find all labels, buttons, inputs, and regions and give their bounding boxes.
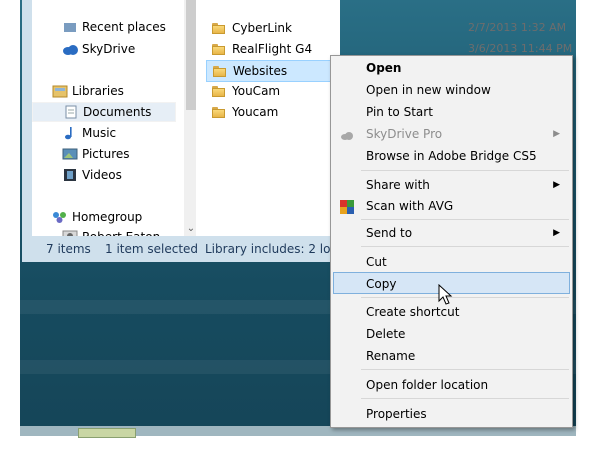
- libraries-icon: [52, 84, 68, 98]
- menu-item-delete[interactable]: Delete: [333, 323, 570, 345]
- folder-icon: [212, 106, 225, 118]
- nav-item-label: Pictures: [82, 147, 130, 161]
- taskbar-button[interactable]: [78, 428, 136, 438]
- menu-item-skydrive-pro[interactable]: SkyDrive Pro ▶: [333, 123, 570, 145]
- menu-separator: [361, 369, 569, 370]
- scrollbar-thumb[interactable]: [186, 0, 196, 110]
- user-icon: [62, 230, 78, 236]
- menu-item-browse-adobe-bridge[interactable]: Browse in Adobe Bridge CS5: [333, 145, 570, 167]
- status-item-count: 7 items: [46, 242, 91, 256]
- nav-item-label: Robert Eaton: [82, 228, 160, 236]
- menu-item-label: Properties: [366, 407, 427, 421]
- nav-item-label: Videos: [82, 168, 122, 182]
- nav-item-label: Documents: [83, 105, 152, 119]
- chevron-down-icon[interactable]: ⌄: [186, 224, 196, 234]
- recent-places-icon: [62, 20, 78, 34]
- documents-icon: [63, 105, 79, 119]
- music-note-icon: [62, 126, 78, 140]
- menu-separator: [361, 297, 569, 298]
- status-bar: 7 items 1 item selected Library includes…: [32, 239, 349, 259]
- mouse-cursor-icon: [438, 283, 454, 306]
- menu-item-scan-with-avg[interactable]: Scan with AVG: [333, 195, 570, 217]
- nav-item-label: Music: [82, 126, 117, 140]
- menu-separator: [361, 398, 569, 399]
- menu-item-label: SkyDrive Pro: [366, 127, 443, 141]
- menu-item-label: Scan with AVG: [366, 199, 454, 213]
- avg-shield-icon: [340, 199, 354, 214]
- menu-item-share-with[interactable]: Share with ▶: [333, 174, 570, 196]
- menu-item-label: Send to: [366, 226, 413, 240]
- menu-separator: [361, 246, 569, 247]
- nav-item-label: SkyDrive: [82, 42, 136, 56]
- nav-item-label: Libraries: [72, 84, 124, 98]
- menu-separator: [361, 170, 569, 171]
- menu-item-label: Rename: [366, 349, 416, 363]
- menu-item-rename[interactable]: Rename: [333, 345, 570, 367]
- menu-item-send-to[interactable]: Send to ▶: [333, 222, 570, 244]
- menu-item-label: Copy: [366, 277, 397, 291]
- navigation-pane: Recent places SkyDrive Libraries Documen…: [32, 0, 196, 236]
- nav-item-label: Recent places: [82, 20, 166, 34]
- menu-item-label: Share with: [366, 178, 430, 192]
- nav-item-label: Homegroup: [72, 210, 143, 224]
- submenu-arrow-icon: ▶: [553, 180, 560, 190]
- menu-item-open-folder-location[interactable]: Open folder location: [333, 374, 570, 396]
- menu-item-cut[interactable]: Cut: [333, 251, 570, 273]
- file-name: Youcam: [232, 105, 279, 119]
- menu-item-label: Open: [366, 61, 402, 75]
- folder-icon: [212, 22, 225, 34]
- homegroup-icon: [52, 210, 68, 224]
- videos-film-icon: [62, 168, 78, 182]
- menu-separator: [361, 219, 569, 220]
- folder-icon: [212, 85, 225, 97]
- submenu-arrow-icon: ▶: [553, 129, 560, 139]
- menu-item-properties[interactable]: Properties: [333, 403, 570, 425]
- menu-item-open[interactable]: Open: [333, 57, 570, 79]
- menu-item-label: Open folder location: [366, 378, 489, 392]
- menu-item-label: Pin to Start: [366, 105, 433, 119]
- folder-icon: [213, 65, 226, 77]
- file-name: YouCam: [232, 84, 281, 98]
- status-selected: 1 item selected: [105, 242, 199, 256]
- pictures-icon: [62, 147, 78, 161]
- menu-item-label: Cut: [366, 255, 387, 269]
- menu-item-label: Browse in Adobe Bridge CS5: [366, 149, 537, 163]
- file-row-websites[interactable]: Websites: [206, 60, 332, 82]
- menu-item-label: Open in new window: [366, 83, 491, 97]
- file-name: CyberLink: [232, 21, 292, 35]
- context-menu: Open Open in new window Pin to Start Sky…: [330, 55, 573, 428]
- menu-item-open-new-window[interactable]: Open in new window: [333, 79, 570, 101]
- menu-item-label: Delete: [366, 327, 406, 341]
- skydrive-cloud-icon: [62, 42, 78, 56]
- file-name: RealFlight G4: [232, 42, 313, 56]
- skydrive-pro-cloud-icon: [340, 127, 354, 141]
- file-name: Websites: [233, 64, 288, 78]
- menu-item-pin-to-start[interactable]: Pin to Start: [333, 101, 570, 123]
- nav-scrollbar[interactable]: ⌄: [184, 0, 196, 236]
- file-row-cyberlink[interactable]: CyberLink: [206, 18, 376, 38]
- submenu-arrow-icon: ▶: [553, 228, 560, 238]
- folder-icon: [212, 43, 225, 55]
- status-library: Library includes: 2 locat: [205, 242, 350, 256]
- nav-item-documents[interactable]: Documents: [32, 102, 176, 122]
